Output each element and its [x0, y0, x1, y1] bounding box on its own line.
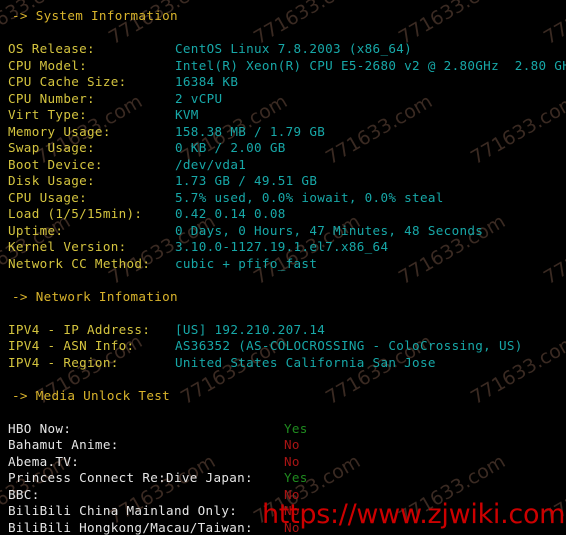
info-row-label: Network CC Method:: [8, 255, 151, 271]
info-row-label: Virt Type:: [8, 107, 88, 122]
info-row-value: Yes: [284, 470, 308, 485]
info-row-label: Bahamut Anime:: [8, 437, 119, 452]
info-row-label: Boot Device:: [8, 156, 103, 172]
info-row-label: OS Release:: [8, 41, 95, 56]
info-row-label: CPU Usage:: [8, 189, 88, 205]
info-row-value: [US] 192.210.207.14: [175, 321, 326, 337]
info-row-value: 5.7% used, 0.0% iowait, 0.0% steal: [175, 189, 444, 205]
info-row-value: 3.10.0-1127.19.1.el7.x86_64: [175, 239, 389, 254]
section-header-media-unlock-test: -> Media Unlock Test: [12, 387, 171, 403]
info-row-label: Uptime:: [8, 222, 64, 238]
section-header-network-information: -> Network Infomation: [12, 288, 178, 304]
info-row-value: No: [284, 453, 300, 469]
info-row-value: cubic + pfifo_fast: [175, 255, 318, 271]
info-row-value: Intel(R) Xeon(R) CPU E5-2680 v2 @ 2.80GH…: [175, 57, 566, 73]
info-row-value: 158.38 MB / 1.79 GB: [175, 123, 326, 139]
info-row-label: Abema.TV:: [8, 453, 80, 469]
info-row-label: IPV4 - ASN Info:: [8, 338, 135, 353]
info-row-value: No: [284, 437, 300, 452]
info-row-value: AS36352 (AS-COLOCROSSING - ColoCrossing,…: [175, 338, 523, 353]
info-row-label: CPU Number:: [8, 90, 95, 106]
info-row-value: 0.42 0.14 0.08: [175, 206, 286, 221]
info-row-label: IPV4 - Region:: [8, 354, 119, 370]
info-row-label: Memory Usage:: [8, 123, 111, 139]
info-row-value: United States California San Jose: [175, 354, 436, 370]
info-row-label: IPV4 - IP Address:: [8, 321, 151, 337]
info-row-label: Kernel Version:: [8, 239, 127, 254]
terminal-window: 771633.com 771633.com 771633.com 771633.com…: [0, 0, 566, 535]
info-row-label: BiliBili Hongkong/Macau/Taiwan:: [8, 519, 253, 535]
section-header-system-information: -> System Information: [12, 8, 178, 23]
info-row-value: 0 Days, 0 Hours, 47 Minutes, 48 Seconds: [175, 222, 484, 238]
info-row-value: 16384 KB: [175, 74, 239, 89]
info-row-label: Load (1/5/15min):: [8, 206, 143, 221]
info-row-value: 0 KB / 2.00 GB: [175, 140, 286, 155]
info-row-value: /dev/vda1: [175, 156, 247, 172]
site-url-watermark: https://www.zjwiki.com: [262, 499, 566, 530]
info-row-value: 1.73 GB / 49.51 GB: [175, 173, 318, 188]
info-row-label: BiliBili China Mainland Only:: [8, 503, 238, 518]
info-row-label: BBC:: [8, 486, 40, 502]
info-row-value: CentOS Linux 7.8.2003 (x86_64): [175, 41, 413, 56]
info-row-label: Disk Usage:: [8, 173, 95, 188]
info-row-label: Princess Connect Re:Dive Japan:: [8, 470, 253, 485]
info-row-value: Yes: [284, 420, 308, 436]
info-row-label: CPU Model:: [8, 57, 88, 73]
info-row-value: KVM: [175, 107, 199, 122]
info-row-label: CPU Cache Size:: [8, 74, 127, 89]
info-row-label: HBO Now:: [8, 420, 72, 436]
terminal-text-output: -> System Information OS Release: CentOS L…: [0, 0, 566, 535]
info-row-label: Swap Usage:: [8, 140, 95, 155]
info-row-value: 2 vCPU: [175, 90, 223, 106]
